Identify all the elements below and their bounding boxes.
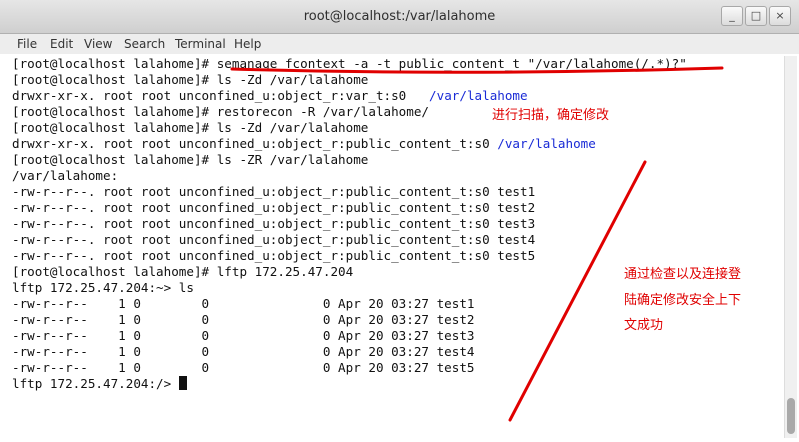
- menu-help[interactable]: Help: [234, 37, 261, 51]
- scrollbar[interactable]: [784, 56, 797, 438]
- directory-path: /var/lalahome: [497, 136, 596, 151]
- annotation-check-line2: 陆确定修改安全上下: [624, 293, 742, 308]
- terminal-line-text: drwxr-xr-x. root root unconfined_u:objec…: [12, 136, 490, 151]
- menu-edit[interactable]: Edit: [50, 37, 73, 51]
- terminal-line: [root@localhost lalahome]# ls -Zd /var/l…: [12, 120, 369, 135]
- terminal-line: -rw-r--r-- 1 0 0 0 Apr 20 03:27 test2: [12, 312, 475, 327]
- terminal-line: [root@localhost lalahome]# lftp 172.25.4…: [12, 264, 354, 279]
- terminal-line: -rw-r--r--. root root unconfined_u:objec…: [12, 216, 536, 231]
- terminal-line: drwxr-xr-x. root root unconfined_u:objec…: [12, 136, 596, 152]
- close-button[interactable]: ×: [769, 6, 791, 26]
- title-bar[interactable]: root@localhost:/var/lalahome _ □ ×: [0, 0, 799, 34]
- annotation-check-line3: 文成功: [624, 318, 664, 333]
- menu-search[interactable]: Search: [124, 37, 165, 51]
- terminal-line: lftp 172.25.47.204:~> ls: [12, 280, 194, 295]
- window-title: root@localhost:/var/lalahome: [303, 9, 496, 24]
- text-cursor: [178, 376, 187, 390]
- scrollbar-thumb[interactable]: [787, 398, 795, 434]
- terminal-line: -rw-r--r--. root root unconfined_u:objec…: [12, 232, 536, 247]
- terminal-line: -rw-r--r-- 1 0 0 0 Apr 20 03:27 test4: [12, 344, 475, 359]
- menu-bar: File Edit View Search Terminal Help: [0, 34, 799, 54]
- annotation-scan: 进行扫描，确定修改: [492, 108, 610, 123]
- terminal-output[interactable]: [root@localhost lalahome]# semanage fcon…: [4, 54, 782, 438]
- terminal-line: /var/lalahome:: [12, 168, 119, 183]
- terminal-window: root@localhost:/var/lalahome _ □ × File …: [0, 0, 799, 442]
- terminal-line: -rw-r--r-- 1 0 0 0 Apr 20 03:27 test3: [12, 328, 475, 343]
- terminal-line: -rw-r--r--. root root unconfined_u:objec…: [12, 184, 536, 199]
- minimize-button[interactable]: _: [721, 6, 743, 26]
- annotation-check-line1: 通过检查以及连接登: [624, 267, 742, 282]
- terminal-line: drwxr-xr-x. root root unconfined_u:objec…: [12, 88, 528, 104]
- terminal-prompt[interactable]: lftp 172.25.47.204:/>: [12, 376, 187, 392]
- terminal-line: [root@localhost lalahome]# semanage fcon…: [12, 56, 687, 71]
- terminal-line: -rw-r--r--. root root unconfined_u:objec…: [12, 248, 536, 263]
- terminal-line-text: drwxr-xr-x. root root unconfined_u:objec…: [12, 88, 407, 103]
- terminal-line: [root@localhost lalahome]# ls -Zd /var/l…: [12, 72, 369, 87]
- terminal-line: [root@localhost lalahome]# ls -ZR /var/l…: [12, 152, 369, 167]
- directory-path: /var/lalahome: [429, 88, 528, 103]
- terminal-line: -rw-r--r--. root root unconfined_u:objec…: [12, 200, 536, 215]
- terminal-line: [root@localhost lalahome]# restorecon -R…: [12, 104, 430, 119]
- terminal-line: -rw-r--r-- 1 0 0 0 Apr 20 03:27 test1: [12, 296, 475, 311]
- terminal-line: -rw-r--r-- 1 0 0 0 Apr 20 03:27 test5: [12, 360, 475, 375]
- menu-terminal[interactable]: Terminal: [175, 37, 226, 51]
- maximize-button[interactable]: □: [745, 6, 767, 26]
- prompt-text: lftp 172.25.47.204:/>: [12, 376, 179, 391]
- menu-view[interactable]: View: [84, 37, 112, 51]
- menu-file[interactable]: File: [17, 37, 37, 51]
